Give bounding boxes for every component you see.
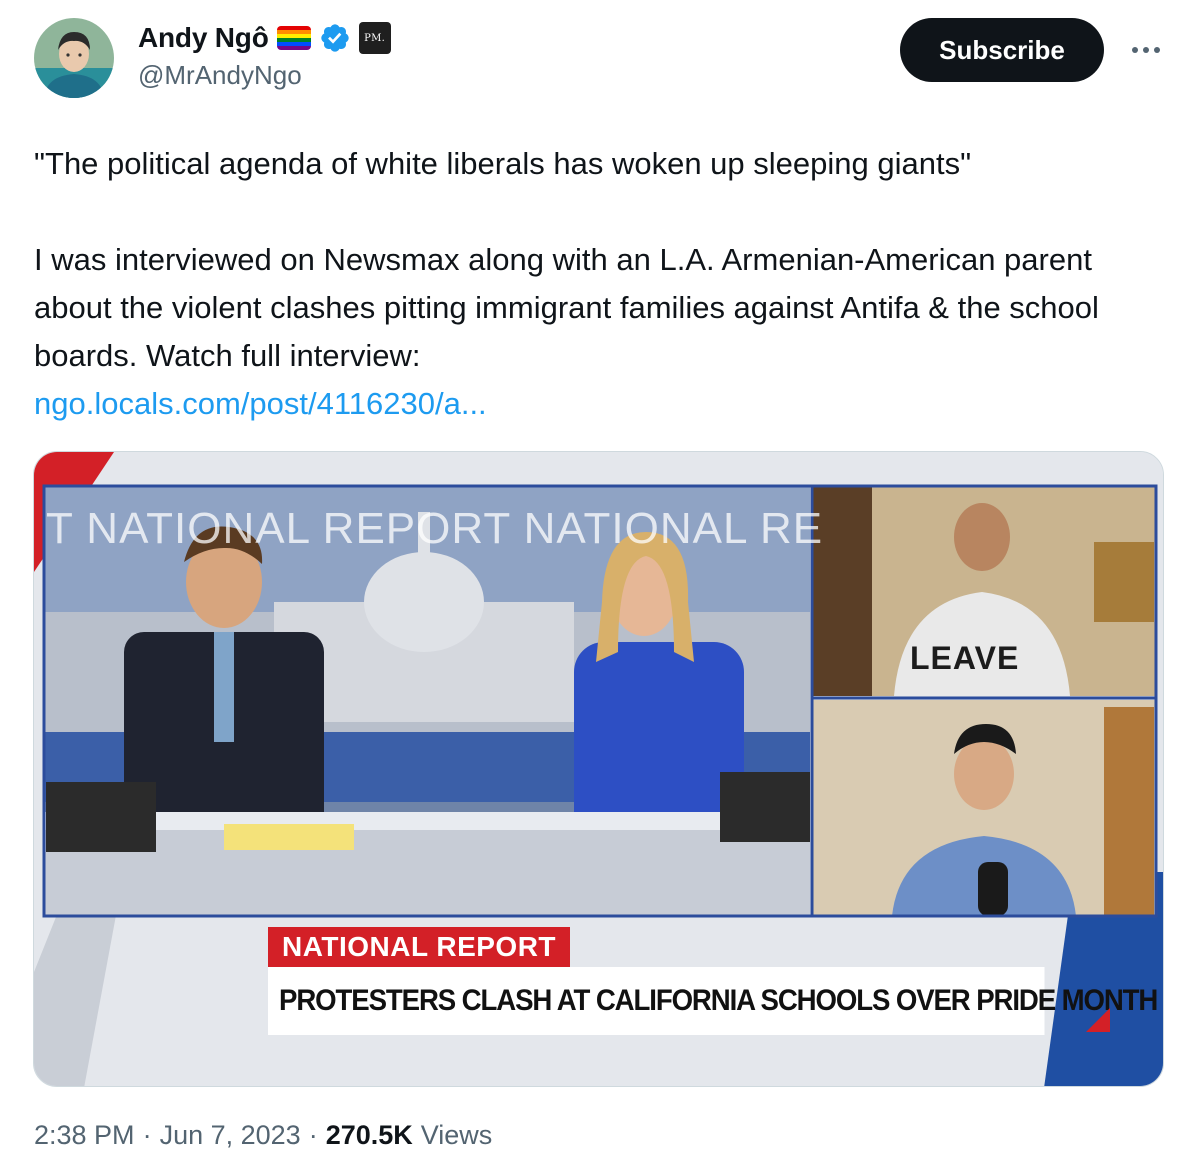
tweet-link[interactable]: ngo.locals.com/post/4116230/a... xyxy=(34,386,487,421)
subscribe-button[interactable]: Subscribe xyxy=(900,18,1104,82)
verified-check-icon xyxy=(320,24,349,52)
rainbow-flag-icon xyxy=(276,26,311,50)
tweet-card: Andy Ngô PM. @MrAndyNgo Subscribe "The p… xyxy=(0,0,1184,1172)
tweet-text: "The political agenda of white liberals … xyxy=(34,140,1164,428)
studio-backdrop-text: T NATIONAL REPORT NATIONAL RE xyxy=(46,504,824,553)
tweet-body: I was interviewed on Newsmax along with … xyxy=(34,242,1099,373)
lower-third-headline: PROTESTERS CLASH AT CALIFORNIA SCHOOLS O… xyxy=(268,967,1158,1035)
pm-badge: PM. xyxy=(358,22,391,54)
views-count: 270.5K xyxy=(325,1120,413,1150)
tweet-date[interactable]: Jun 7, 2023 xyxy=(160,1120,301,1151)
tweet-media-image[interactable]: T NATIONAL REPORT NATIONAL RE LEAVE NATI… xyxy=(33,451,1164,1087)
more-horizontal-icon[interactable] xyxy=(1126,36,1166,64)
meta-separator: · xyxy=(308,1120,318,1150)
avatar-icon xyxy=(34,18,114,98)
lower-third-corner xyxy=(1086,1008,1110,1032)
display-name[interactable]: Andy Ngô xyxy=(138,22,269,54)
shirt-text: LEAVE xyxy=(910,640,1020,676)
tweet-meta: 2:38 PM · Jun 7, 2023 · 270.5K Views xyxy=(34,1120,492,1151)
avatar[interactable] xyxy=(34,18,114,98)
meta-separator: · xyxy=(142,1120,152,1150)
author-name-row: Andy Ngô PM. xyxy=(138,20,391,56)
tweet-quote: "The political agenda of white liberals … xyxy=(34,146,972,181)
views-label: Views xyxy=(420,1120,493,1150)
author-handle[interactable]: @MrAndyNgo xyxy=(138,60,302,91)
lower-third-label: NATIONAL REPORT xyxy=(268,927,571,967)
tweet-time[interactable]: 2:38 PM xyxy=(34,1120,135,1151)
